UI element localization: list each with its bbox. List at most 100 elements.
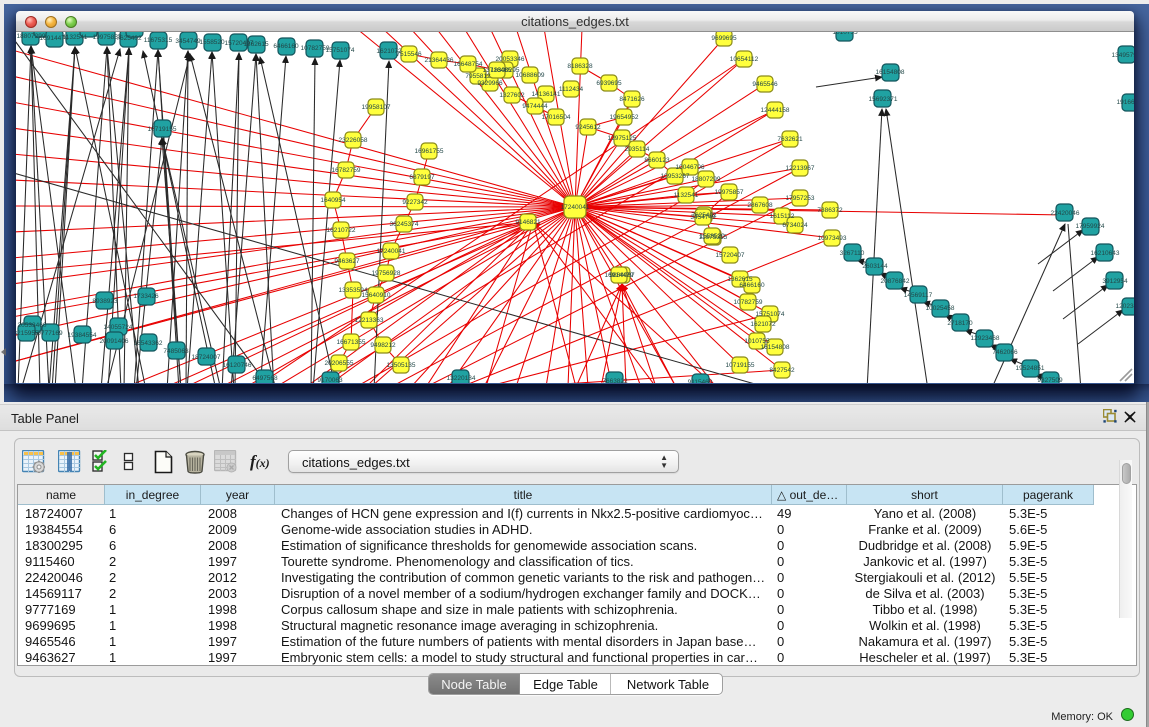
svg-text:19654952: 19654952	[610, 114, 639, 121]
svg-text:1327602: 1327602	[499, 92, 525, 99]
svg-text:16543362: 16543362	[134, 340, 163, 347]
svg-text:13716485: 13716485	[483, 67, 512, 74]
svg-text:2603144: 2603144	[862, 263, 888, 270]
svg-text:9463627: 9463627	[334, 258, 360, 265]
svg-text:6497568: 6497568	[252, 375, 278, 382]
svg-text:8427542: 8427542	[769, 367, 795, 374]
svg-text:20533460: 20533460	[18, 322, 47, 329]
svg-text:10025458: 10025458	[926, 305, 955, 312]
svg-text:12444158: 12444158	[761, 107, 790, 114]
svg-text:19975857: 19975857	[715, 189, 744, 196]
svg-text:19524851: 19524851	[1016, 365, 1045, 372]
svg-text:16154808: 16154808	[876, 69, 905, 76]
svg-text:13220134: 13220134	[447, 375, 476, 382]
svg-text:9146821: 9146821	[515, 219, 541, 226]
svg-text:9227342: 9227342	[402, 199, 428, 206]
svg-text:10782759: 10782759	[734, 299, 763, 306]
svg-text:16210722: 16210722	[327, 227, 356, 234]
svg-text:7485063: 7485063	[163, 348, 189, 355]
svg-text:9498212: 9498212	[370, 342, 396, 349]
svg-text:19756928: 19756928	[372, 270, 401, 277]
svg-text:1733426: 1733426	[133, 293, 159, 300]
svg-text:7663822: 7663822	[602, 378, 628, 383]
svg-text:13505135: 13505135	[387, 362, 416, 369]
svg-text:6466160: 6466160	[739, 282, 765, 289]
svg-text:15692371: 15692371	[869, 96, 898, 103]
svg-text:14569117: 14569117	[904, 292, 933, 299]
svg-text:2867608: 2867608	[747, 202, 773, 209]
svg-text:17959924: 17959924	[1076, 223, 1105, 230]
svg-text:20876842: 20876842	[881, 278, 910, 285]
svg-text:20206555: 20206555	[325, 360, 354, 367]
svg-text:17957253: 17957253	[786, 195, 815, 202]
svg-text:7515546: 7515546	[396, 51, 422, 58]
svg-text:1640954: 1640954	[320, 197, 346, 204]
svg-text:9327509: 9327509	[1037, 377, 1063, 383]
svg-text:8471626: 8471626	[619, 96, 645, 103]
svg-text:22420046: 22420046	[1051, 210, 1080, 217]
svg-text:7386372: 7386372	[817, 207, 843, 214]
svg-text:16210643: 16210643	[1091, 250, 1120, 257]
svg-text:6879197: 6879197	[409, 174, 435, 181]
svg-text:15751074: 15751074	[326, 47, 355, 54]
svg-text:10046706: 10046706	[676, 164, 705, 171]
svg-text:7632621: 7632621	[777, 136, 803, 143]
svg-text:12023468: 12023468	[1116, 303, 1134, 310]
svg-text:12923468: 12923468	[971, 335, 1000, 342]
svg-text:9474444: 9474444	[522, 103, 548, 110]
svg-text:16961755: 16961755	[415, 148, 444, 155]
svg-text:16782759: 16782759	[332, 167, 361, 174]
svg-text:6939695: 6939695	[596, 80, 622, 87]
svg-text:3454749: 3454749	[690, 214, 716, 221]
svg-text:20053346: 20053346	[496, 56, 525, 63]
svg-text:3912954: 3912954	[1102, 278, 1128, 285]
svg-text:36245374: 36245374	[390, 221, 419, 228]
svg-text:16914479: 16914479	[40, 35, 69, 42]
svg-text:9115460: 9115460	[688, 379, 713, 383]
svg-text:19384554: 19384554	[68, 332, 97, 339]
svg-text:8938923: 8938923	[92, 298, 118, 305]
svg-text:9699695: 9699695	[711, 35, 737, 42]
svg-text:9329966: 9329966	[477, 80, 503, 87]
svg-text:8186328: 8186328	[567, 63, 593, 70]
svg-text:3454749: 3454749	[175, 38, 201, 45]
svg-text:11675315: 11675315	[144, 37, 173, 44]
svg-text:2718170: 2718170	[947, 320, 973, 327]
svg-text:16671355: 16671355	[337, 339, 366, 346]
svg-text:19166827: 19166827	[1117, 99, 1134, 106]
svg-text:15640910: 15640910	[362, 292, 391, 299]
svg-text:1362615: 1362615	[243, 41, 269, 48]
svg-text:3267110: 3267110	[840, 250, 865, 257]
svg-text:23226058: 23226058	[339, 137, 368, 144]
svg-text:9170063: 9170063	[317, 377, 343, 383]
svg-text:9465546: 9465546	[752, 81, 778, 88]
svg-text:14055724: 14055724	[104, 324, 133, 331]
svg-text:16154808: 16154808	[761, 344, 790, 351]
svg-text:12213363: 12213363	[355, 317, 384, 324]
svg-text:15720407: 15720407	[716, 252, 745, 259]
svg-text:10719155: 10719155	[148, 126, 177, 133]
svg-text:7625402: 7625402	[116, 35, 142, 42]
svg-text:20091406: 20091406	[100, 338, 129, 345]
svg-text:1112434: 1112434	[559, 86, 584, 93]
svg-text:8660123: 8660123	[644, 157, 670, 164]
svg-text:18724007: 18724007	[192, 354, 221, 361]
svg-text:10973493: 10973493	[818, 235, 847, 242]
svg-text:15751074: 15751074	[756, 311, 785, 318]
svg-text:9890443: 9890443	[75, 32, 101, 33]
svg-text:12213967: 12213967	[786, 165, 815, 172]
svg-text:13495794: 13495794	[1112, 52, 1134, 59]
svg-text:1132541: 1132541	[674, 192, 699, 199]
svg-text:17016504: 17016504	[542, 114, 571, 121]
svg-text:19958107: 19958107	[362, 104, 391, 111]
svg-text:10953267: 10953267	[661, 173, 690, 180]
svg-text:18807299: 18807299	[692, 176, 721, 183]
svg-text:1615112: 1615112	[770, 213, 795, 220]
svg-text:1558520: 1558520	[699, 233, 725, 240]
svg-text:7955812: 7955812	[465, 73, 491, 80]
svg-text:16648754: 16648754	[454, 61, 483, 68]
svg-text:16914479: 16914479	[605, 272, 634, 279]
svg-text:3215955: 3215955	[16, 330, 39, 337]
svg-text:17240041: 17240041	[377, 248, 406, 255]
svg-text:17240041: 17240041	[561, 204, 590, 211]
